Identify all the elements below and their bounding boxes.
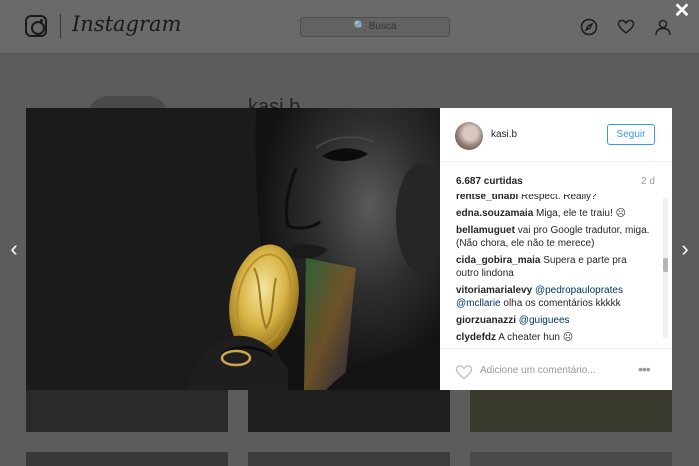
comment-user[interactable]: cida_gobira_maia <box>456 255 540 266</box>
comment-text: Respect. Really? <box>521 194 597 202</box>
post-details-panel: kasi.b Seguir 6.687 curtidas 2 d rentse_… <box>440 108 672 390</box>
comment-text: Miga, ele te traiu! ☹ <box>536 208 626 219</box>
list-item: rentse_tinabi Respect. Really? <box>456 194 651 203</box>
more-options-icon[interactable]: ••• <box>638 361 658 377</box>
list-item: bellamuguet vai pro Google tradutor, mig… <box>456 224 651 250</box>
comment-user[interactable]: vitoriamarialevy <box>456 285 532 296</box>
avatar[interactable] <box>455 122 483 150</box>
grid-photo[interactable] <box>26 452 228 466</box>
comment-user[interactable]: bellamuguet <box>456 225 515 236</box>
list-item: giorzuanazzi @guiguees <box>456 314 651 327</box>
follow-button[interactable]: Seguir <box>607 124 655 145</box>
search-input[interactable]: 🔍 Busca <box>300 17 450 37</box>
comment-text: A cheater hun ☹ <box>498 332 574 342</box>
close-icon[interactable]: ✕ <box>672 1 692 21</box>
profile-icon[interactable] <box>654 18 672 36</box>
heart-icon[interactable] <box>617 18 635 36</box>
instagram-wordmark[interactable]: Instagram <box>72 12 181 36</box>
likes-count[interactable]: 6.687 curtidas <box>456 176 523 187</box>
grid-photo[interactable] <box>248 390 450 432</box>
grid-photo[interactable] <box>248 452 450 466</box>
like-heart-icon[interactable] <box>455 364 473 380</box>
athlete-medal-photo <box>26 108 440 390</box>
comment-text: olha os comentários kkkkk <box>503 298 621 309</box>
grid-photo[interactable] <box>470 390 672 432</box>
logo-divider <box>60 14 61 38</box>
comments-scroll-thumb[interactable] <box>663 258 668 272</box>
list-item: vitoriamarialevy @pedropauloprates @mcll… <box>456 284 651 310</box>
comment-mention[interactable]: @mcllarie <box>456 298 501 309</box>
comment-user[interactable]: rentse_tinabi <box>456 194 518 202</box>
list-item: clydefdz A cheater hun ☹ <box>456 331 651 342</box>
list-item: cida_gobira_maia Supera e parte pra outr… <box>456 254 651 280</box>
comment-mention[interactable]: @guiguees <box>519 315 570 326</box>
top-navbar: Instagram 🔍 Busca <box>0 0 699 54</box>
post-header: kasi.b Seguir <box>440 108 672 162</box>
previous-post-arrow-icon[interactable]: ‹ <box>4 236 24 262</box>
list-item: edna.souzamaia Miga, ele te traiu! ☹ <box>456 207 651 220</box>
comment-user[interactable]: clydefdz <box>456 332 496 342</box>
next-post-arrow-icon[interactable]: › <box>675 236 695 262</box>
grid-photo[interactable] <box>26 390 228 432</box>
post-age: 2 d <box>641 176 655 187</box>
post-actions: ••• <box>440 348 672 390</box>
comment-user[interactable]: edna.souzamaia <box>456 208 533 219</box>
comments-list[interactable]: rentse_tinabi Respect. Really? edna.souz… <box>456 194 666 342</box>
post-photo[interactable] <box>26 108 440 390</box>
post-username[interactable]: kasi.b <box>491 129 517 140</box>
compass-icon[interactable] <box>580 18 598 36</box>
camera-logo-icon[interactable] <box>25 15 47 37</box>
comment-user[interactable]: giorzuanazzi <box>456 315 516 326</box>
comment-mention[interactable]: @pedropauloprates <box>535 285 623 296</box>
comment-input[interactable] <box>480 361 625 379</box>
grid-photo[interactable] <box>470 452 672 466</box>
